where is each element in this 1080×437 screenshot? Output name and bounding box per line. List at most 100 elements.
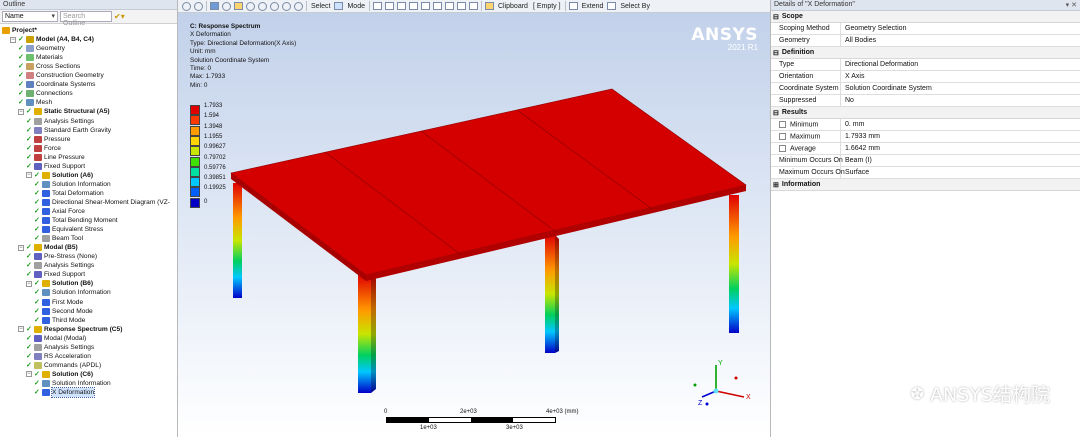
tree-item[interactable]: ✓ Mesh [18,98,52,107]
details-row-value[interactable]: Surface [841,167,873,178]
details-row[interactable]: Scoping Method Geometry Selection [771,23,1080,35]
collapse-toggle-icon[interactable]: − [26,371,32,378]
mode-button[interactable]: Mode [346,3,366,10]
extend-icon[interactable] [568,2,578,10]
select-by-icon[interactable] [607,2,617,10]
tree-item[interactable]: ✓ X Deformation [34,387,96,398]
details-row[interactable]: Orientation X Axis [771,71,1080,83]
collapse-icon[interactable]: ⊟ [773,49,779,57]
tree-item[interactable]: ✓ Cross Sections [18,62,80,71]
tree-item[interactable]: ✓ Commands (APDL) [26,361,101,370]
tree-item[interactable]: − ✓ Solution (C6) [26,370,93,379]
face-select-icon[interactable] [396,2,406,10]
details-row-value[interactable]: 1.7933 mm [841,131,884,142]
clipboard-icon[interactable] [484,2,494,10]
tree-item[interactable]: ✓ Second Mode [34,307,93,316]
tree-item[interactable]: ✓ Total Deformation [34,189,104,198]
collapse-toggle-icon[interactable]: − [10,36,16,43]
details-row-value[interactable]: 0. mm [841,119,868,130]
vertex-select-icon[interactable] [372,2,382,10]
tree-item[interactable]: − ✓ Static Structural (A5) [18,107,110,116]
graphics-viewport[interactable]: C: Response Spectrum X Deformation Type:… [178,13,770,437]
tree-item[interactable]: − ✓ Model (A4, B4, C4) [10,35,94,44]
collapse-icon[interactable]: ⊟ [773,109,779,117]
details-row[interactable]: Minimum Occurs On Beam (I) [771,155,1080,167]
details-row[interactable]: Maximum 1.7933 mm [771,131,1080,143]
filter-dropdown-icon[interactable]: ✔▾ [114,12,125,21]
details-row-value[interactable]: Directional Deformation [841,59,922,70]
details-row[interactable]: Geometry All Bodies [771,35,1080,47]
details-row[interactable]: Minimum 0. mm [771,119,1080,131]
details-row[interactable]: Maximum Occurs On Surface [771,167,1080,179]
tree-item[interactable]: − ✓ Response Spectrum (C5) [18,325,122,334]
rotate-icon[interactable] [222,1,231,11]
tree-item[interactable]: ✓ Third Mode [34,316,85,325]
clipboard-button[interactable]: Clipboard [497,3,529,10]
tree-item[interactable]: ✓ Solution Information [34,288,111,297]
tree-item[interactable]: ✓ Materials [18,53,63,62]
tree-item[interactable]: ✓ Analysis Settings [26,261,94,270]
tree-item[interactable]: ✓ Axial Force [34,207,85,216]
details-row[interactable]: Average 1.6642 mm [771,143,1080,155]
details-row-value[interactable]: All Bodies [841,35,880,46]
outline-filter-select[interactable]: Name [2,11,58,22]
parameter-checkbox[interactable] [779,133,786,140]
zoom-box-icon[interactable] [194,1,203,11]
select-button[interactable]: Select [310,3,331,10]
tree-item[interactable]: ✓ Geometry [18,44,65,53]
details-row[interactable]: Suppressed No [771,95,1080,107]
fit-icon[interactable] [294,1,303,11]
tree-item[interactable]: ✓ RS Acceleration [26,352,91,361]
box-select-icon[interactable] [456,2,466,10]
extend-button[interactable]: Extend [581,3,605,10]
tree-item[interactable]: ✓ Analysis Settings [26,343,94,352]
view-icon[interactable] [210,2,219,10]
body-select-icon[interactable] [408,2,418,10]
collapse-toggle-icon[interactable]: − [26,280,32,287]
tree-item[interactable]: ✓ Analysis Settings [26,117,94,126]
tree-item[interactable]: ✓ Solution Information [34,180,111,189]
parameter-checkbox[interactable] [779,145,786,152]
tree-item[interactable]: ✓ Coordinate Systems [18,80,95,89]
details-row-value[interactable]: Geometry Selection [841,23,910,34]
tree-item[interactable]: ✓ Fixed Support [26,162,85,171]
zoom-in-icon[interactable] [258,1,267,11]
collapse-toggle-icon[interactable]: − [18,326,24,333]
pin-icon[interactable]: ▾ ✕ [1066,1,1077,9]
face-element-select-icon[interactable] [444,2,454,10]
tree-item[interactable]: ✓ Fixed Support [26,270,85,279]
expand-icon[interactable]: ⊞ [773,181,779,189]
node-select-icon[interactable] [420,2,430,10]
details-row[interactable]: Coordinate System Solution Coordinate Sys… [771,83,1080,95]
details-row-value[interactable]: No [841,95,858,106]
edge-select-icon[interactable] [384,2,394,10]
parameter-checkbox[interactable] [779,121,786,128]
details-row-value[interactable]: Beam (I) [841,155,876,166]
tree-item[interactable]: ✓ Beam Tool [34,234,83,243]
tree-item[interactable]: ✓ Directional Shear-Moment Diagram (VZ- [34,198,170,207]
tree-item[interactable]: ✓ Equivalent Stress [34,225,103,234]
tree-item[interactable]: ✓ Solution Information [34,379,111,388]
element-select-icon[interactable] [432,2,442,10]
lasso-select-icon[interactable] [468,2,478,10]
axis-triad-icon[interactable] [234,2,243,10]
tree-item[interactable]: ✓ Construction Geometry [18,71,104,80]
collapse-toggle-icon[interactable]: − [18,244,24,251]
details-row-value[interactable]: X Axis [841,71,868,82]
select-mode-icon[interactable] [334,2,344,10]
fea-model[interactable]: Y X Z [178,13,770,437]
collapse-icon[interactable]: ⊟ [773,13,779,21]
tree-item[interactable]: ✓ Standard Earth Gravity [26,126,111,135]
tree-item[interactable]: − ✓ Modal (B5) [18,243,78,252]
collapse-toggle-icon[interactable]: − [26,172,32,179]
tree-item[interactable]: ✓ Total Bending Moment [34,216,118,225]
tree-item[interactable]: ✓ Connections [18,89,73,98]
tree-item[interactable]: ✓ First Mode [34,298,83,307]
zoom-out-icon[interactable] [270,1,279,11]
tree-item[interactable]: ✓ Line Pressure [26,153,85,162]
details-row-value[interactable]: Solution Coordinate System [841,83,936,94]
outline-search-input[interactable]: Search Outline [60,11,112,27]
tree-item[interactable]: ✓ Pre-Stress (None) [26,252,97,261]
select-by-button[interactable]: Select By [619,3,651,10]
tree-item[interactable]: ✓ Pressure [26,135,70,144]
